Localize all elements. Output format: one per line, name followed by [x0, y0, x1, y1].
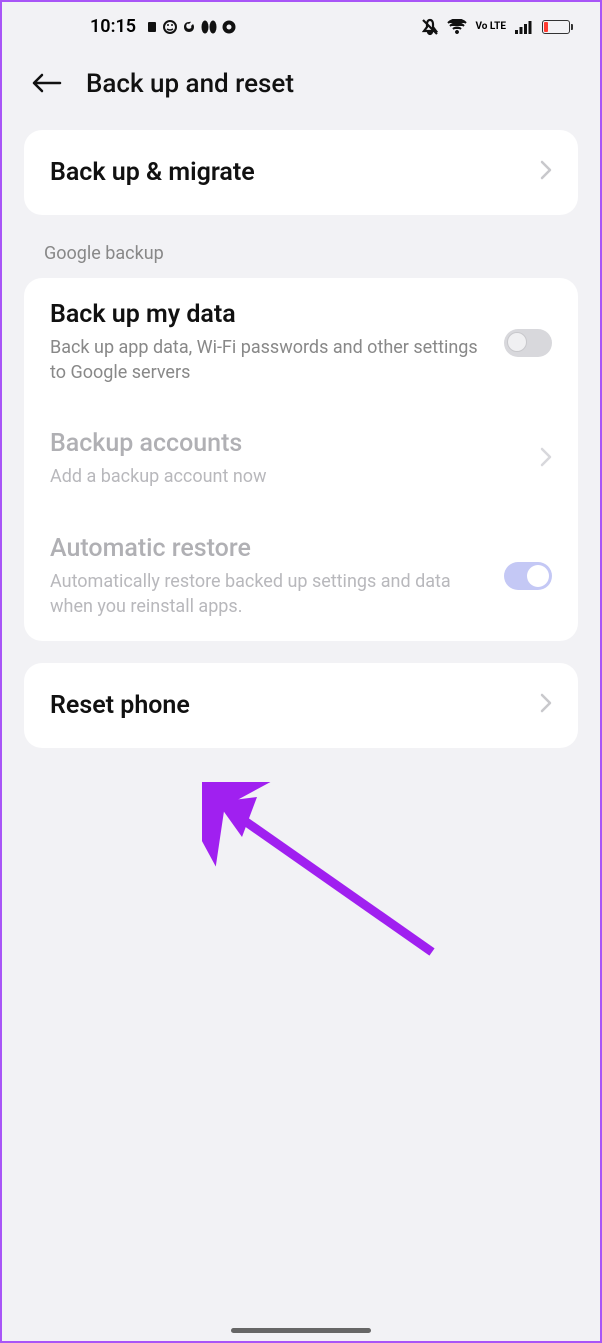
signal-icon — [514, 19, 534, 35]
mute-icon — [421, 18, 439, 36]
backup-migrate-title: Back up & migrate — [50, 158, 255, 187]
backup-accounts-subtitle: Add a backup account now — [50, 464, 524, 489]
status-app-icons — [146, 20, 236, 34]
reset-phone-item[interactable]: Reset phone — [24, 663, 578, 748]
section-google-label: Google backup — [2, 215, 600, 278]
backup-my-data-item[interactable]: Back up my data Back up app data, Wi-Fi … — [24, 278, 578, 407]
volte-icon: Vo LTE — [475, 22, 506, 32]
backup-accounts-item[interactable]: Backup accounts Add a backup account now — [24, 407, 578, 511]
automatic-restore-title: Automatic restore — [50, 534, 488, 563]
status-bar: 10:15 Vo LTE — [2, 2, 600, 45]
google-backup-card: Back up my data Back up app data, Wi-Fi … — [24, 278, 578, 641]
automatic-restore-content: Automatic restore Automatically restore … — [50, 534, 488, 619]
notification-icon-4 — [201, 20, 217, 34]
backup-my-data-title: Back up my data — [50, 300, 488, 329]
automatic-restore-item: Automatic restore Automatically restore … — [24, 512, 578, 641]
notification-icon-1 — [146, 21, 158, 33]
home-indicator[interactable] — [231, 1328, 371, 1333]
annotation-arrow-icon — [202, 782, 462, 972]
backup-accounts-title: Backup accounts — [50, 429, 524, 458]
reset-phone-title: Reset phone — [50, 691, 190, 720]
backup-migrate-card: Back up & migrate — [24, 130, 578, 215]
chevron-right-icon — [540, 160, 552, 185]
wifi-icon — [447, 19, 467, 35]
header: Back up and reset — [2, 45, 600, 130]
backup-my-data-toggle[interactable] — [504, 329, 552, 357]
status-time: 10:15 — [90, 16, 136, 37]
status-right: Vo LTE — [421, 18, 570, 36]
backup-my-data-content: Back up my data Back up app data, Wi-Fi … — [50, 300, 488, 385]
back-arrow-icon[interactable] — [32, 67, 62, 100]
automatic-restore-toggle — [504, 562, 552, 590]
backup-accounts-content: Backup accounts Add a backup account now — [50, 429, 524, 489]
notification-icon-5 — [222, 20, 236, 34]
chevron-right-icon — [540, 447, 552, 472]
status-left: 10:15 — [90, 16, 236, 37]
chevron-right-icon — [540, 693, 552, 718]
backup-migrate-item[interactable]: Back up & migrate — [24, 130, 578, 215]
battery-icon — [542, 20, 570, 34]
page-title: Back up and reset — [86, 69, 294, 99]
reset-phone-card: Reset phone — [24, 663, 578, 748]
notification-icon-2 — [163, 20, 177, 34]
notification-icon-3 — [182, 20, 196, 34]
automatic-restore-subtitle: Automatically restore backed up settings… — [50, 569, 488, 619]
backup-my-data-subtitle: Back up app data, Wi-Fi passwords and ot… — [50, 335, 488, 385]
